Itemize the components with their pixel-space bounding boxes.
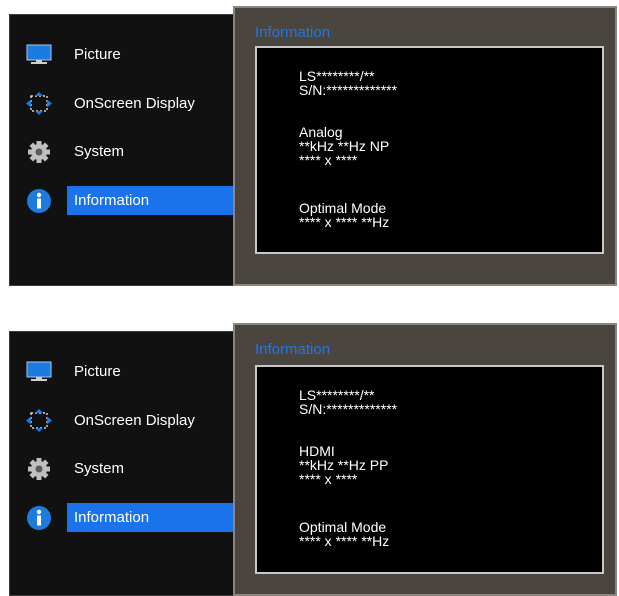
info-box: LS********/** S/N:************* Analog *… — [255, 46, 604, 254]
monitor-icon — [26, 43, 52, 67]
menu-item-onscreen-display[interactable]: OnScreen Display — [10, 404, 235, 438]
signal-frequency: **kHz **Hz NP — [299, 138, 390, 154]
menu-item-system[interactable]: System — [10, 135, 235, 169]
menu-item-label: OnScreen Display — [74, 412, 195, 429]
menu-item-picture[interactable]: Picture — [10, 38, 235, 72]
menu-item-label: Picture — [74, 46, 121, 63]
signal-source: Analog — [299, 124, 343, 140]
info-box: LS********/** S/N:************* HDMI **k… — [255, 365, 604, 574]
signal-resolution: **** x **** — [299, 471, 358, 487]
osd-window-hdmi: Picture OnScreen Display System Informat… — [9, 323, 618, 596]
menu-item-label: System — [74, 143, 125, 160]
model-info: LS********/** S/N:************* — [299, 69, 397, 97]
optimal-mode-info: Optimal Mode **** x **** **Hz — [299, 520, 389, 548]
menu-item-label: Information — [74, 192, 150, 209]
menu-item-system[interactable]: System — [10, 452, 235, 486]
signal-info: HDMI **kHz **Hz PP **** x **** — [299, 444, 388, 486]
osd-menu: Picture OnScreen Display System Informat… — [9, 14, 236, 286]
optimal-mode-value: **** x **** **Hz — [299, 214, 390, 230]
gear-icon — [26, 457, 52, 481]
menu-item-label: OnScreen Display — [74, 95, 195, 112]
model-number: LS********/** — [299, 387, 375, 403]
model-info: LS********/** S/N:************* — [299, 388, 397, 416]
model-number: LS********/** — [299, 68, 375, 84]
menu-item-information[interactable]: Information — [10, 503, 235, 537]
osd-menu: Picture OnScreen Display System Informat… — [9, 331, 236, 596]
monitor-icon — [26, 360, 52, 384]
signal-info: Analog **kHz **Hz NP **** x **** — [299, 125, 389, 167]
panel-title: Information — [255, 24, 331, 41]
signal-source: HDMI — [299, 443, 335, 459]
signal-resolution: **** x **** — [299, 152, 358, 168]
move-arrows-icon — [26, 409, 52, 433]
serial-number: S/N:************* — [299, 401, 398, 417]
menu-item-information[interactable]: Information — [10, 186, 235, 220]
menu-item-picture[interactable]: Picture — [10, 355, 235, 389]
info-icon — [26, 505, 52, 530]
serial-number: S/N:************* — [299, 82, 398, 98]
optimal-mode-value: **** x **** **Hz — [299, 533, 390, 549]
panel-title: Information — [255, 341, 331, 358]
gear-icon — [26, 140, 52, 164]
optimal-mode-info: Optimal Mode **** x **** **Hz — [299, 201, 389, 229]
osd-window-analog: Picture OnScreen Display System Informat… — [9, 6, 618, 286]
menu-item-onscreen-display[interactable]: OnScreen Display — [10, 87, 235, 121]
move-arrows-icon — [26, 92, 52, 116]
information-panel: Information LS********/** S/N:**********… — [233, 323, 617, 596]
menu-item-label: System — [74, 460, 125, 477]
signal-frequency: **kHz **Hz PP — [299, 457, 389, 473]
optimal-mode-label: Optimal Mode — [299, 200, 387, 216]
menu-item-label: Picture — [74, 363, 121, 380]
information-panel: Information LS********/** S/N:**********… — [233, 6, 617, 286]
optimal-mode-label: Optimal Mode — [299, 519, 387, 535]
menu-item-label: Information — [74, 509, 150, 526]
info-icon — [26, 188, 52, 213]
